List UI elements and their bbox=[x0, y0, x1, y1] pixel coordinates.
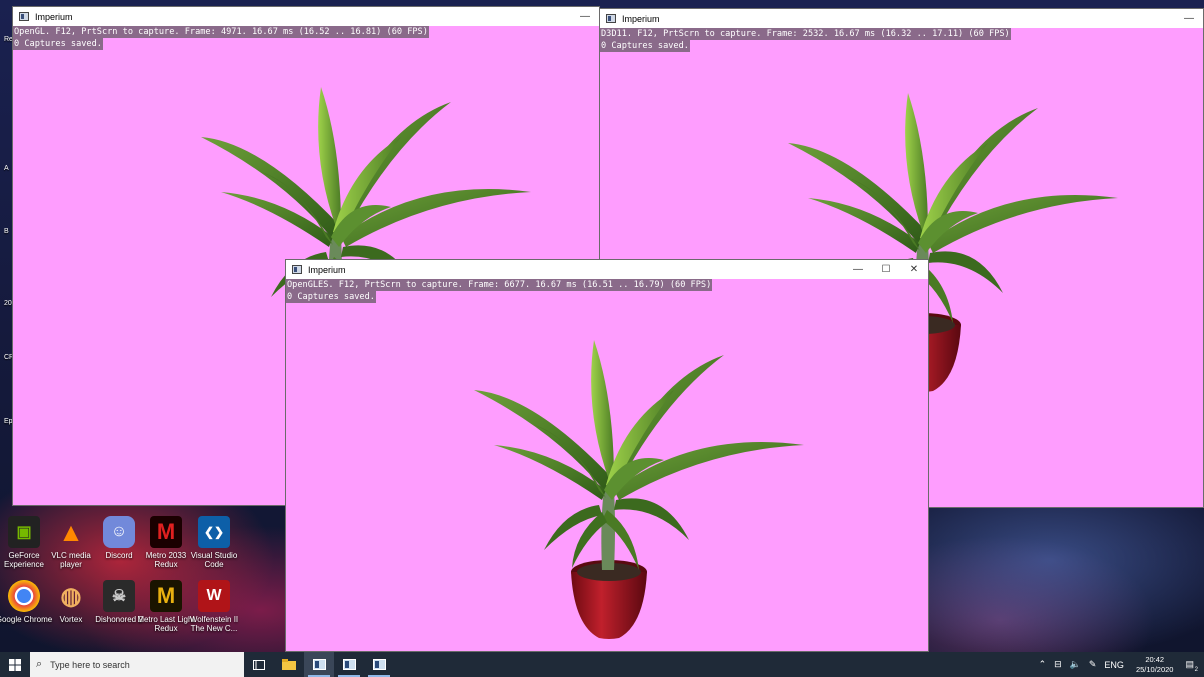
app-window-icon bbox=[19, 12, 29, 21]
notification-center-button[interactable]: ▤ 2 bbox=[1185, 659, 1199, 673]
maximize-button[interactable]: ☐ bbox=[872, 260, 900, 279]
desktop-edge-label: 20 bbox=[4, 300, 12, 307]
desktop-icon-vlc[interactable]: ▲ VLC media player bbox=[47, 512, 95, 576]
search-placeholder: Type here to search bbox=[50, 659, 130, 670]
notification-count-badge: 2 bbox=[1193, 667, 1199, 673]
plant-render bbox=[474, 340, 814, 640]
app-window-icon bbox=[292, 265, 302, 274]
frame-stats-text: OpenGL. F12, PrtScrn to capture. Frame: … bbox=[13, 26, 429, 38]
captures-text: 0 Captures saved. bbox=[600, 40, 690, 52]
desktop-icon-grid: ▣ GeForce Experience ▲ VLC media player … bbox=[0, 508, 240, 648]
taskbar-imperium-1[interactable] bbox=[304, 652, 334, 677]
clock-time: 20:42 bbox=[1145, 654, 1165, 664]
window-title: Imperium bbox=[308, 264, 346, 275]
desktop-edge-label: B bbox=[4, 228, 9, 235]
wolfenstein-icon: W bbox=[198, 580, 230, 612]
frame-stats-text: D3D11. F12, PrtScrn to capture. Frame: 2… bbox=[600, 28, 1011, 40]
clock-date: 25/10/2020 bbox=[1135, 664, 1174, 674]
taskbar-search-box[interactable]: ⌕ Type here to search bbox=[30, 652, 244, 677]
pen-icon[interactable]: ✎ bbox=[1089, 659, 1097, 670]
notification-icon: ▤ bbox=[1185, 659, 1194, 669]
desktop-icon-geforce-experience[interactable]: ▣ GeForce Experience bbox=[0, 512, 48, 576]
start-button[interactable] bbox=[0, 652, 30, 677]
stats-overlay: D3D11. F12, PrtScrn to capture. Frame: 2… bbox=[600, 28, 1011, 52]
window-title: Imperium bbox=[622, 13, 660, 24]
window-titlebar[interactable]: Imperium — ☐ ✕ bbox=[286, 260, 928, 279]
dishonored-mask-icon: ☠ bbox=[103, 580, 135, 612]
taskbar-imperium-3[interactable] bbox=[364, 652, 394, 677]
chevron-up-icon[interactable]: ⌃ bbox=[1039, 659, 1047, 670]
taskbar-file-explorer[interactable] bbox=[274, 652, 304, 677]
task-view-button[interactable] bbox=[244, 652, 274, 677]
captures-text: 0 Captures saved. bbox=[13, 38, 103, 50]
minimize-button[interactable]: — bbox=[571, 7, 599, 26]
chrome-icon bbox=[8, 580, 40, 612]
app-window-icon bbox=[606, 14, 616, 23]
desktop-icon-chrome[interactable]: Google Chrome bbox=[0, 576, 52, 640]
taskbar: ⌕ Type here to search ⌃ ⊟ � bbox=[0, 652, 1204, 677]
captures-text: 0 Captures saved. bbox=[286, 291, 376, 303]
app-window-icon bbox=[372, 659, 386, 670]
windows-logo-icon bbox=[9, 658, 21, 671]
window-titlebar[interactable]: Imperium — bbox=[13, 7, 599, 26]
desktop-icon-vscode[interactable]: ❮❯ Visual Studio Code bbox=[190, 512, 238, 576]
stats-overlay: OpenGLES. F12, PrtScrn to capture. Frame… bbox=[286, 279, 713, 303]
desktop-icon-vortex[interactable]: ◍ Vortex bbox=[47, 576, 95, 640]
desktop-icon-metro-last-light[interactable]: M Metro Last Light Redux bbox=[137, 576, 195, 640]
close-button[interactable]: ✕ bbox=[900, 260, 928, 279]
app-window-icon bbox=[342, 659, 356, 670]
desktop-edge-label: A bbox=[4, 165, 9, 172]
search-icon: ⌕ bbox=[36, 658, 43, 670]
task-view-icon bbox=[253, 659, 265, 670]
taskbar-imperium-2[interactable] bbox=[334, 652, 364, 677]
desktop-icon-metro-2033[interactable]: M Metro 2033 Redux bbox=[142, 512, 190, 576]
metro-2033-icon: M bbox=[150, 516, 182, 548]
language-indicator[interactable]: ENG bbox=[1104, 660, 1124, 670]
window-title: Imperium bbox=[35, 11, 73, 22]
vlc-cone-icon: ▲ bbox=[58, 516, 84, 547]
folder-icon bbox=[282, 659, 296, 670]
frame-stats-text: OpenGLES. F12, PrtScrn to capture. Frame… bbox=[286, 279, 713, 291]
clock[interactable]: 20:42 25/10/2020 bbox=[1136, 655, 1174, 675]
volume-icon[interactable]: 🔈 bbox=[1070, 659, 1081, 670]
desktop-icon-label: Visual Studio Code bbox=[190, 551, 238, 569]
app-window-icon bbox=[312, 659, 326, 670]
window-titlebar[interactable]: Imperium — bbox=[600, 9, 1203, 28]
desktop-icon-dishonored-2[interactable]: ☠ Dishonored 2 bbox=[95, 576, 143, 640]
desktop-icon-wolfenstein-2[interactable]: W Wolfenstein II The New C... bbox=[190, 576, 238, 640]
vscode-icon: ❮❯ bbox=[198, 516, 230, 548]
stats-overlay: OpenGL. F12, PrtScrn to capture. Frame: … bbox=[13, 26, 429, 50]
desktop-icon-label: Wolfenstein II The New C... bbox=[189, 615, 239, 633]
vortex-icon: ◍ bbox=[60, 582, 82, 610]
network-icon[interactable]: ⊟ bbox=[1054, 659, 1062, 670]
desktop-icon-discord[interactable]: ☺ Discord bbox=[95, 512, 143, 576]
system-tray: ⌃ ⊟ 🔈 ✎ ENG 20:42 25/10/2020 ▤ 2 bbox=[1035, 652, 1204, 677]
geforce-icon: ▣ bbox=[8, 516, 40, 548]
discord-icon: ☺ bbox=[103, 516, 135, 548]
minimize-button[interactable]: — bbox=[1175, 9, 1203, 28]
minimize-button[interactable]: — bbox=[844, 260, 872, 279]
window-opengles[interactable]: Imperium — ☐ ✕ OpenGLES. F12, PrtScrn to… bbox=[285, 259, 929, 652]
metro-last-light-icon: M bbox=[150, 580, 182, 612]
